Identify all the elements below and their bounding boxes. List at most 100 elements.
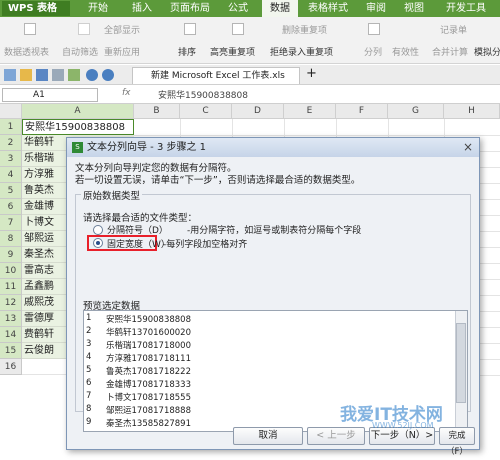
formula-input[interactable]: 安熙华15900838808 <box>158 88 248 101</box>
delimited-radio[interactable] <box>93 225 103 235</box>
formula-bar: A1 fx 安熙华15900838808 <box>0 86 500 104</box>
print-icon[interactable] <box>52 69 64 81</box>
new-tab-button[interactable]: + <box>306 67 320 81</box>
gridline <box>134 135 500 136</box>
fx-icon[interactable]: fx <box>122 88 131 98</box>
preview-line: 鲁英杰17081718222 <box>106 367 191 377</box>
row-header[interactable]: 14 <box>0 327 22 343</box>
quick-toolbar: 新建 Microsoft Excel 工作表.xls + <box>0 65 500 85</box>
preview-line-number: 7 <box>86 391 92 401</box>
column-header-d[interactable]: D <box>232 104 284 119</box>
row-header[interactable]: 7 <box>0 215 22 231</box>
save-icon[interactable] <box>36 69 48 81</box>
text-to-columns-button[interactable]: 分列 <box>364 45 382 58</box>
preview-line: 金雄博17081718333 <box>106 380 191 390</box>
menu-home[interactable]: 开始 <box>88 0 108 17</box>
ribbon: 数据透视表 自动筛选 全部显示 重新应用 排序 高亮重复项 删除重复项 拒绝录入… <box>0 17 500 64</box>
name-box[interactable]: A1 <box>2 88 98 102</box>
preview-icon[interactable] <box>68 69 80 81</box>
preview-line: 秦圣杰13585827891 <box>106 419 191 429</box>
highlight-duplicates-icon <box>232 23 244 35</box>
sort-icon <box>184 23 196 35</box>
row-header[interactable]: 3 <box>0 151 22 167</box>
column-header-h[interactable]: H <box>444 104 500 119</box>
preview-scrollbar-thumb[interactable] <box>456 323 466 403</box>
column-header-a[interactable]: A <box>22 104 134 119</box>
dialog-title[interactable]: 文本分列向导 - 3 步骤之 1 <box>67 138 479 157</box>
column-header-e[interactable]: E <box>284 104 336 119</box>
row-header[interactable]: 4 <box>0 167 22 183</box>
menu-view[interactable]: 视图 <box>404 0 424 17</box>
row-header[interactable]: 8 <box>0 231 22 247</box>
preview-line-number: 1 <box>86 313 92 323</box>
filter-icon <box>78 23 90 35</box>
what-if-button[interactable]: 模拟分 <box>474 45 500 58</box>
finish-button[interactable]: 完成（F） <box>439 427 475 457</box>
validation-button[interactable]: 有效性 <box>392 45 419 58</box>
menubar: WPS 表格 开始 插入 页面布局 公式 数据 表格样式 审阅 视图 开发工具 <box>0 0 500 17</box>
preview-line-number: 9 <box>86 417 92 427</box>
text-to-columns-icon <box>368 23 380 35</box>
wps-app-menu-button[interactable]: WPS 表格 <box>2 1 70 16</box>
column-header-f[interactable]: F <box>336 104 388 119</box>
preview-line: 华鹤轩13701600020 <box>106 328 191 338</box>
row-header[interactable]: 13 <box>0 311 22 327</box>
consolidate-button[interactable]: 合并计算 <box>432 45 468 58</box>
delimited-description: -用分隔字符，如逗号或制表符分隔每个字段 <box>187 226 362 236</box>
cancel-button[interactable]: 取消 <box>233 427 303 445</box>
row-header[interactable]: 9 <box>0 247 22 263</box>
preview-line-number: 5 <box>86 365 92 375</box>
row-header[interactable]: 1 <box>0 119 22 135</box>
row-header[interactable]: 12 <box>0 295 22 311</box>
open-file-icon[interactable] <box>20 69 32 81</box>
row-header[interactable]: 15 <box>0 343 22 359</box>
pivot-table-button[interactable]: 数据透视表 <box>4 45 49 58</box>
show-all-button[interactable]: 全部显示 <box>104 23 140 36</box>
close-icon[interactable]: × <box>461 141 475 154</box>
reapply-button[interactable]: 重新应用 <box>104 45 140 58</box>
menu-developer[interactable]: 开发工具 <box>446 0 486 17</box>
watermark-url: WWW.52IJ.COM <box>372 421 434 430</box>
menu-table-style[interactable]: 表格样式 <box>308 0 348 17</box>
fixed-width-radio-label[interactable]: 固定宽度（W） <box>107 237 170 250</box>
new-file-icon[interactable] <box>4 69 16 81</box>
row-header[interactable]: 5 <box>0 183 22 199</box>
preview-line: 乐楷瑞17081718000 <box>106 341 191 351</box>
row-header[interactable]: 16 <box>0 359 22 375</box>
fixed-width-description: -每列字段加空格对齐 <box>163 240 248 250</box>
record-form-button[interactable]: 记录单 <box>440 23 467 36</box>
cell-a1[interactable]: 安熙华15900838808 <box>22 119 134 135</box>
undo-icon[interactable] <box>86 69 98 81</box>
menu-page-layout[interactable]: 页面布局 <box>170 0 210 17</box>
remove-duplicates-button[interactable]: 删除重复项 <box>282 23 327 36</box>
column-header-g[interactable]: G <box>388 104 444 119</box>
menu-formulas[interactable]: 公式 <box>228 0 248 17</box>
preview-line: 安熙华15900838808 <box>106 315 191 325</box>
row-header[interactable]: 2 <box>0 135 22 151</box>
reject-duplicates-button[interactable]: 拒绝录入重复项 <box>270 45 333 58</box>
back-button[interactable]: < 上一步 <box>307 427 365 445</box>
sort-button[interactable]: 排序 <box>178 45 196 58</box>
preview-line: 邹熙运17081718888 <box>106 406 191 416</box>
menu-insert[interactable]: 插入 <box>132 0 152 17</box>
redo-icon[interactable] <box>102 69 114 81</box>
column-header-c[interactable]: C <box>180 104 232 119</box>
preview-line-number: 8 <box>86 404 92 414</box>
row-header[interactable]: 10 <box>0 263 22 279</box>
fixed-width-radio[interactable] <box>93 238 103 248</box>
menu-data[interactable]: 数据 <box>262 0 298 17</box>
column-header-b[interactable]: B <box>134 104 180 119</box>
menu-review[interactable]: 审阅 <box>366 0 386 17</box>
row-header[interactable]: 6 <box>0 199 22 215</box>
row-header[interactable]: 11 <box>0 279 22 295</box>
choose-file-type-label: 请选择最合适的文件类型： <box>83 213 198 224</box>
intro-line-2: 若一切设置无误，请单击“下一步”，否则请选择最合适的数据类型。 <box>75 175 361 186</box>
auto-filter-button[interactable]: 自动筛选 <box>62 45 98 58</box>
preview-line-number: 4 <box>86 352 92 362</box>
pivot-table-icon <box>24 23 36 35</box>
document-tab[interactable]: 新建 Microsoft Excel 工作表.xls <box>132 67 300 84</box>
highlight-duplicates-button[interactable]: 高亮重复项 <box>210 45 255 58</box>
preview-line-number: 3 <box>86 339 92 349</box>
preview-line: 方淳雅17081718111 <box>106 354 191 364</box>
select-all-corner[interactable] <box>0 104 22 119</box>
